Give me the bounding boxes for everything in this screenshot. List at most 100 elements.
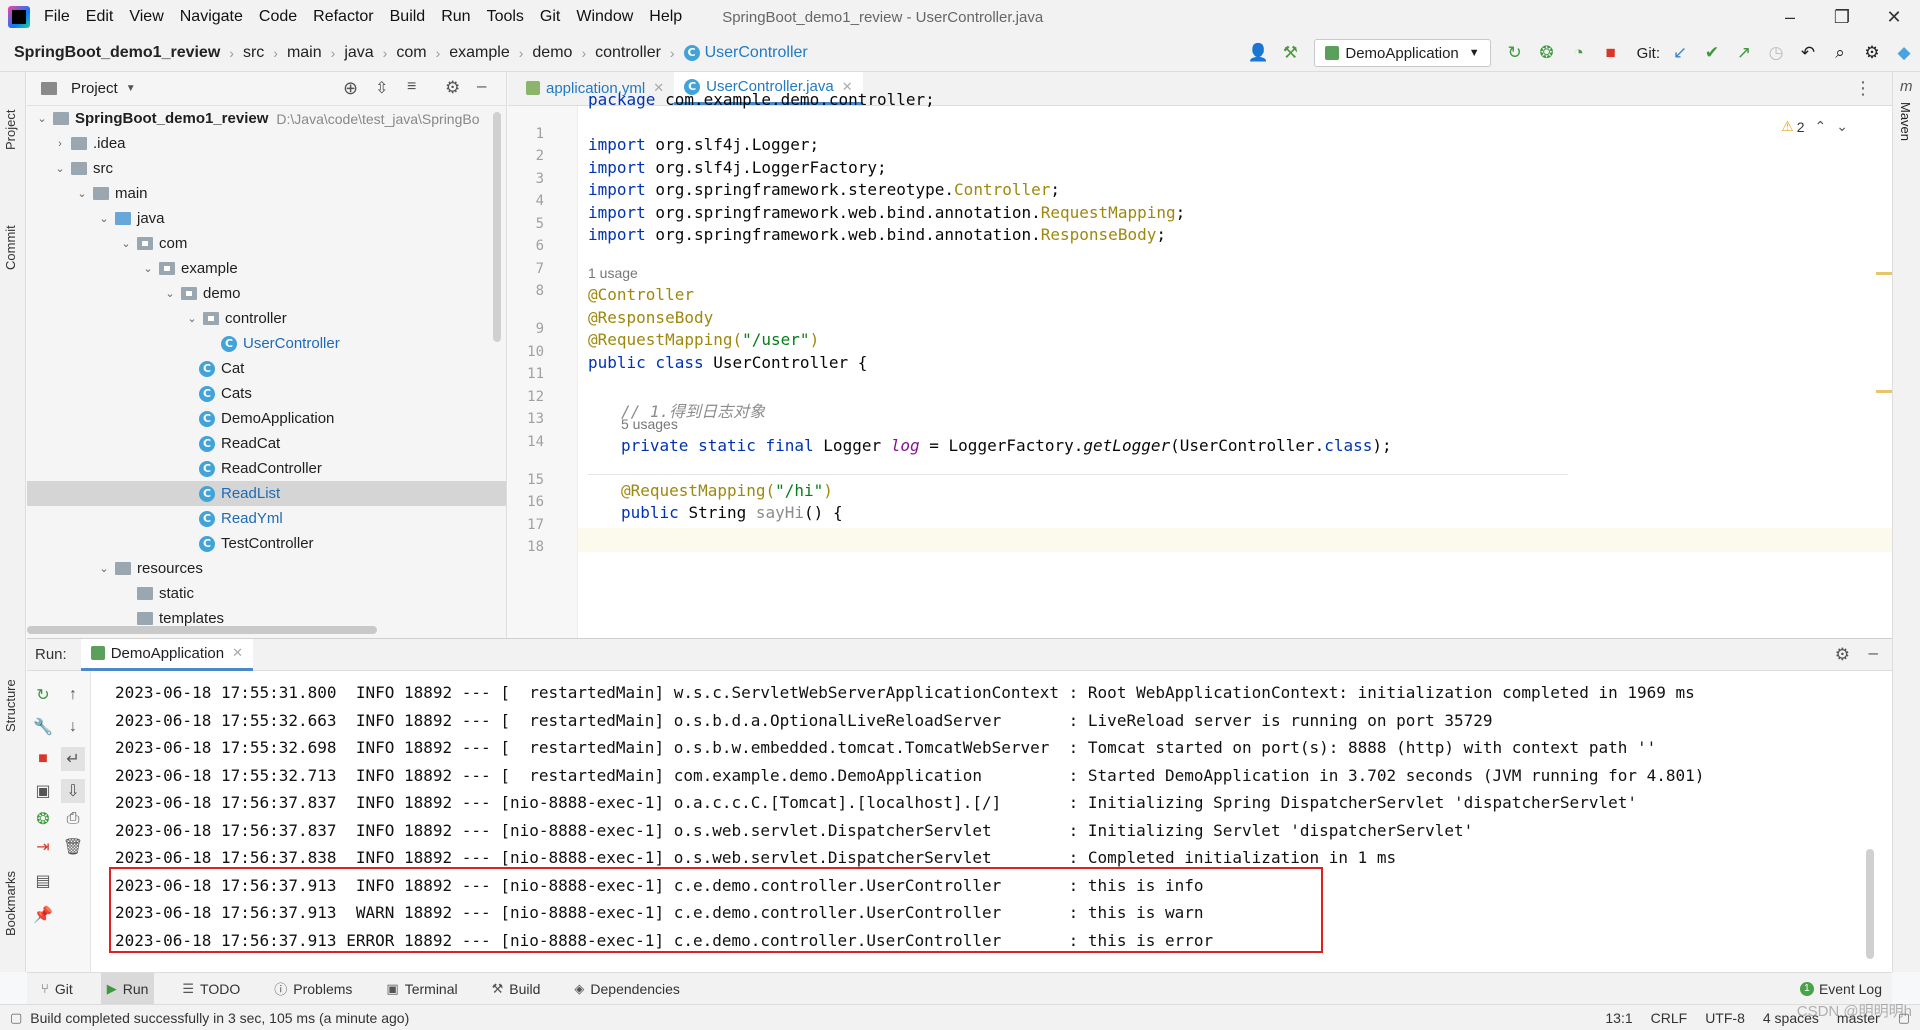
settings-gear-icon[interactable]: ⚙ (1856, 34, 1888, 72)
tree-node-src[interactable]: ⌄ src (27, 156, 506, 181)
scroll-down-icon[interactable]: ↓ (61, 715, 85, 739)
stripe-project[interactable]: Project (3, 110, 18, 150)
git-push-icon[interactable]: ↗ (1728, 34, 1760, 72)
tool-window-build[interactable]: ⚒ Build (486, 973, 547, 1005)
chevron-down-icon[interactable]: ⌄ (75, 187, 89, 200)
tree-node-cat[interactable]: C Cat (27, 356, 506, 381)
scroll-up-icon[interactable]: ↑ (61, 683, 85, 707)
rollback-icon[interactable]: ↶ (1792, 34, 1824, 72)
debug-icon[interactable]: ❂ (1531, 34, 1563, 72)
menu-edit[interactable]: Edit (86, 8, 114, 26)
breadcrumb-main[interactable]: main (287, 44, 322, 62)
caret-position[interactable]: 13:1 (1605, 1010, 1632, 1026)
file-encoding[interactable]: UTF-8 (1705, 1010, 1745, 1026)
project-panel-title[interactable]: Project (71, 80, 118, 97)
git-update-icon[interactable]: ↙ (1664, 34, 1696, 72)
tree-node-idea[interactable]: › .idea (27, 131, 506, 156)
breadcrumb-controller[interactable]: controller (595, 44, 661, 62)
hide-panel-icon[interactable]: – (477, 76, 486, 96)
error-stripe-mark[interactable] (1876, 390, 1892, 393)
error-stripe-mark[interactable] (1876, 272, 1892, 275)
vertical-scrollbar[interactable] (493, 112, 501, 342)
tree-node-java[interactable]: ⌄ java (27, 206, 506, 231)
chevron-down-icon[interactable]: ⌄ (119, 237, 133, 250)
console-scrollbar[interactable] (1866, 849, 1874, 959)
run-tab-demoapplication[interactable]: DemoApplication ✕ (80, 638, 253, 671)
menu-help[interactable]: Help (649, 8, 682, 26)
git-commit-icon[interactable]: ✔ (1696, 34, 1728, 72)
menu-run[interactable]: Run (441, 8, 470, 26)
usages-hint[interactable]: 5 usages (621, 416, 678, 432)
tree-node-readlist[interactable]: C ReadList (27, 481, 506, 506)
chevron-down-icon[interactable]: ⌄ (35, 112, 49, 125)
inspection-widget[interactable]: ⚠ 2 ⌃ ⌄ (1781, 118, 1848, 135)
menu-git[interactable]: Git (540, 8, 560, 26)
chevron-down-icon[interactable]: ⌄ (163, 287, 177, 300)
menu-code[interactable]: Code (259, 8, 297, 26)
menu-file[interactable]: File (44, 8, 70, 26)
tool-window-todo[interactable]: ☰ TODO (176, 973, 246, 1005)
breadcrumb-demo[interactable]: demo (532, 44, 572, 62)
menu-refactor[interactable]: Refactor (313, 8, 373, 26)
chevron-down-icon[interactable]: ⌄ (53, 162, 67, 175)
stop-icon[interactable]: ■ (31, 747, 55, 771)
hide-panel-icon[interactable]: – (1869, 643, 1878, 663)
close-tab-icon[interactable]: ✕ (232, 645, 243, 661)
settings-gear-icon[interactable]: ⚙ (1835, 645, 1850, 665)
user-account-icon[interactable]: 👤 (1242, 34, 1274, 72)
pin-icon[interactable]: 📌 (31, 903, 55, 927)
tree-node-root[interactable]: ⌄ SpringBoot_demo1_review D:\Java\code\t… (27, 106, 506, 131)
expand-all-icon[interactable]: ⇳ (375, 78, 388, 98)
tree-node-static[interactable]: static (27, 581, 506, 606)
rerun-icon[interactable]: ↻ (31, 683, 55, 707)
build-hammer-icon[interactable]: ⚒ (1274, 34, 1306, 72)
clear-all-icon[interactable]: 🗑 (61, 835, 85, 859)
stripe-bookmarks[interactable]: Bookmarks (3, 871, 18, 936)
more-tabs-icon[interactable]: ⋮ (1854, 78, 1872, 99)
layout-icon[interactable]: ▤ (31, 869, 55, 893)
event-log-button[interactable]: 1 Event Log (1799, 981, 1882, 997)
tree-node-controller[interactable]: ⌄ controller (27, 306, 506, 331)
menu-navigate[interactable]: Navigate (180, 8, 243, 26)
horizontal-scrollbar[interactable] (27, 626, 377, 634)
breadcrumb-class[interactable]: UserController (705, 44, 808, 62)
coverage-icon[interactable]: ◔ (1563, 34, 1595, 72)
menu-tools[interactable]: Tools (487, 8, 524, 26)
stripe-maven[interactable]: Maven (1898, 102, 1913, 141)
menu-window[interactable]: Window (576, 8, 633, 26)
chevron-down-icon[interactable]: ▼ (126, 83, 136, 94)
breadcrumb-com[interactable]: com (396, 44, 426, 62)
chevron-down-icon[interactable]: ⌄ (97, 212, 111, 225)
chevron-down-icon[interactable]: ⌄ (97, 562, 111, 575)
usages-hint[interactable]: 1 usage (588, 265, 638, 281)
select-opened-file-icon[interactable]: ⊕ (343, 78, 358, 99)
print-icon[interactable]: ⎙ (61, 807, 85, 831)
menu-view[interactable]: View (129, 8, 163, 26)
previous-highlight-icon[interactable]: ⌃ (1815, 118, 1827, 135)
screenshot-icon[interactable]: ▣ (31, 779, 55, 803)
rerun-icon[interactable]: ↻ (1499, 34, 1531, 72)
chevron-down-icon[interactable]: ⌄ (185, 312, 199, 325)
tree-node-cats[interactable]: C Cats (27, 381, 506, 406)
wrench-icon[interactable]: 🔧 (31, 715, 55, 739)
restore-icon[interactable]: ❐ (1816, 0, 1868, 34)
debug-icon[interactable]: ❂ (31, 807, 55, 831)
options-gear-icon[interactable]: ⚙ (445, 78, 460, 98)
tool-window-problems[interactable]: ⓘ Problems (268, 973, 358, 1005)
next-highlight-icon[interactable]: ⌄ (1836, 118, 1848, 135)
chevron-down-icon[interactable]: ⌄ (141, 262, 155, 275)
soft-wrap-icon[interactable]: ↵ (61, 747, 85, 771)
breadcrumb-java[interactable]: java (344, 44, 373, 62)
line-separator[interactable]: CRLF (1651, 1010, 1688, 1026)
history-icon[interactable]: ◷ (1760, 34, 1792, 72)
tree-node-demoapplication[interactable]: C DemoApplication (27, 406, 506, 431)
status-message[interactable]: Build completed successfully in 3 sec, 1… (30, 1010, 409, 1026)
tree-node-testcontroller[interactable]: C TestController (27, 531, 506, 556)
minimize-icon[interactable]: – (1764, 0, 1816, 34)
tool-window-run[interactable]: ▶ Run (100, 972, 155, 1005)
tree-node-com[interactable]: ⌄ com (27, 231, 506, 256)
stripe-commit[interactable]: Commit (3, 225, 18, 270)
tree-node-readcat[interactable]: C ReadCat (27, 431, 506, 456)
tree-node-resources[interactable]: ⌄ resources (27, 556, 506, 581)
scroll-to-end-icon[interactable]: ⇩ (61, 779, 85, 803)
